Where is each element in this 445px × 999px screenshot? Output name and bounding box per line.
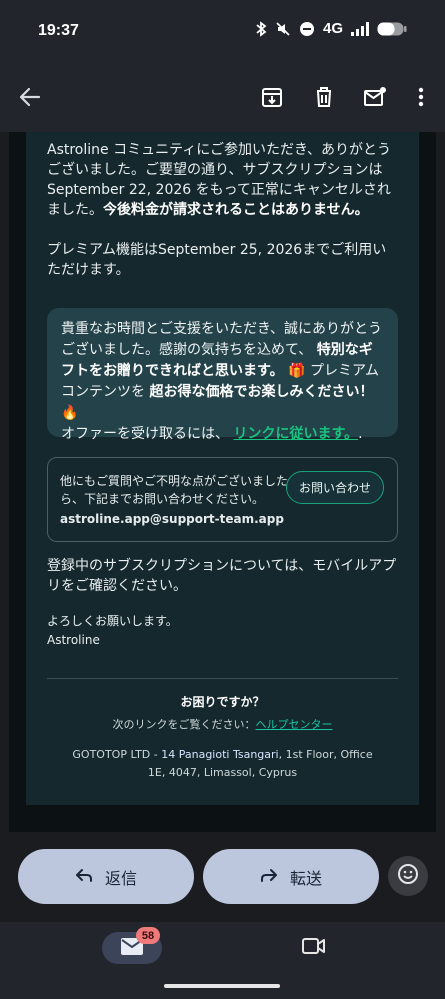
archive-icon[interactable] <box>257 82 287 112</box>
reply-label: 返信 <box>104 868 137 888</box>
action-bar: 返信 転送 <box>0 832 445 922</box>
subscription-check-paragraph: 登録中のサブスクリプションについては、モバイルアプリをご確認ください。 <box>47 558 397 594</box>
unread-count-badge: 58 <box>136 927 160 944</box>
emoji-icon <box>397 863 419 889</box>
support-box: 他にもご質問やご不明な点がございましたら、下記までお問い合わせください。 ast… <box>47 457 398 542</box>
help-center-link[interactable]: ヘルプセンター <box>256 718 333 731</box>
premium-until-paragraph: プレミアム機能はSeptember 25, 2026までご利用いただけます。 <box>47 242 387 278</box>
support-text: 他にもご質問やご不明な点がございましたら、下記までお問い合わせください。 <box>60 474 289 506</box>
no-charge-text: 今後料金が請求されることはありません。 <box>103 202 369 218</box>
dnd-icon <box>299 21 315 37</box>
promo-offer-text: オファーを受け取るには、 <box>61 426 229 442</box>
forward-button[interactable]: 転送 <box>203 849 379 904</box>
support-email[interactable]: astroline.app@support-team.app <box>60 510 385 528</box>
mark-unread-icon[interactable] <box>360 82 390 112</box>
address-city: 1E, 4047, Limassol, Cyprus <box>147 766 298 779</box>
status-icons: 4G <box>255 20 407 37</box>
emoji-reaction-button[interactable] <box>388 856 428 896</box>
address-floor: , 1st Floor, Office <box>278 748 373 761</box>
footer-title: お困りですか？ <box>180 695 265 709</box>
more-vert-icon[interactable] <box>406 82 436 112</box>
email-body: Astroline コミュニティにご参加いただき、ありがとうございました。ご要望… <box>47 140 399 300</box>
promo-period: . <box>358 426 363 442</box>
forward-label: 転送 <box>289 868 322 888</box>
bluetooth-icon <box>255 20 267 37</box>
signoff-greeting: よろしくお願いします。 <box>47 614 178 628</box>
footer-divider <box>47 678 398 679</box>
nav-meet-tab[interactable] <box>300 934 328 962</box>
offer-link[interactable]: リンクに従います。 <box>233 426 358 442</box>
delete-icon[interactable] <box>309 82 339 112</box>
status-bar: 19:37 4G <box>0 0 445 62</box>
reply-button[interactable]: 返信 <box>18 849 194 904</box>
signoff-sender: Astroline <box>47 633 100 647</box>
video-icon <box>302 937 326 959</box>
company-address: GOTOTOP LTD - 14 Panagioti Tsangari, 1st… <box>26 746 419 782</box>
battery-icon <box>377 21 407 37</box>
back-arrow-icon[interactable] <box>15 82 45 112</box>
fire-emoji: 🔥 <box>61 405 79 421</box>
app-bar <box>0 62 445 132</box>
contact-button[interactable]: お問い合わせ <box>286 471 384 504</box>
home-indicator[interactable] <box>164 984 280 988</box>
help-line: 次のリンクをご覧ください：ヘルプセンター <box>26 716 419 734</box>
promo-price-text: 超お得な価格でお楽しみください！ <box>149 384 374 400</box>
network-label: 4G <box>322 20 343 37</box>
cancellation-paragraph: Astroline コミュニティにご参加いただき、ありがとうございました。ご要望… <box>47 140 399 220</box>
forward-icon <box>260 867 278 887</box>
mute-icon <box>275 21 291 37</box>
address-company: GOTOTOP LTD - <box>72 748 162 761</box>
help-prefix: 次のリンクをご覧ください： <box>112 718 256 731</box>
signal-icon <box>351 21 369 36</box>
address-street: 14 Panagioti Tsangari <box>161 748 279 761</box>
reply-icon <box>75 867 93 887</box>
status-time: 19:37 <box>38 22 79 39</box>
signoff: よろしくお願いします。 Astroline <box>47 612 178 650</box>
bottom-nav: 58 <box>0 922 445 999</box>
promo-box: 貴重なお時間とご支援をいただき、誠にありがとうございました。感謝の気持ちを込めて… <box>47 308 398 442</box>
email-footer: お困りですか？ 次のリンクをご覧ください：ヘルプセンター GOTOTOP LTD… <box>26 693 419 782</box>
